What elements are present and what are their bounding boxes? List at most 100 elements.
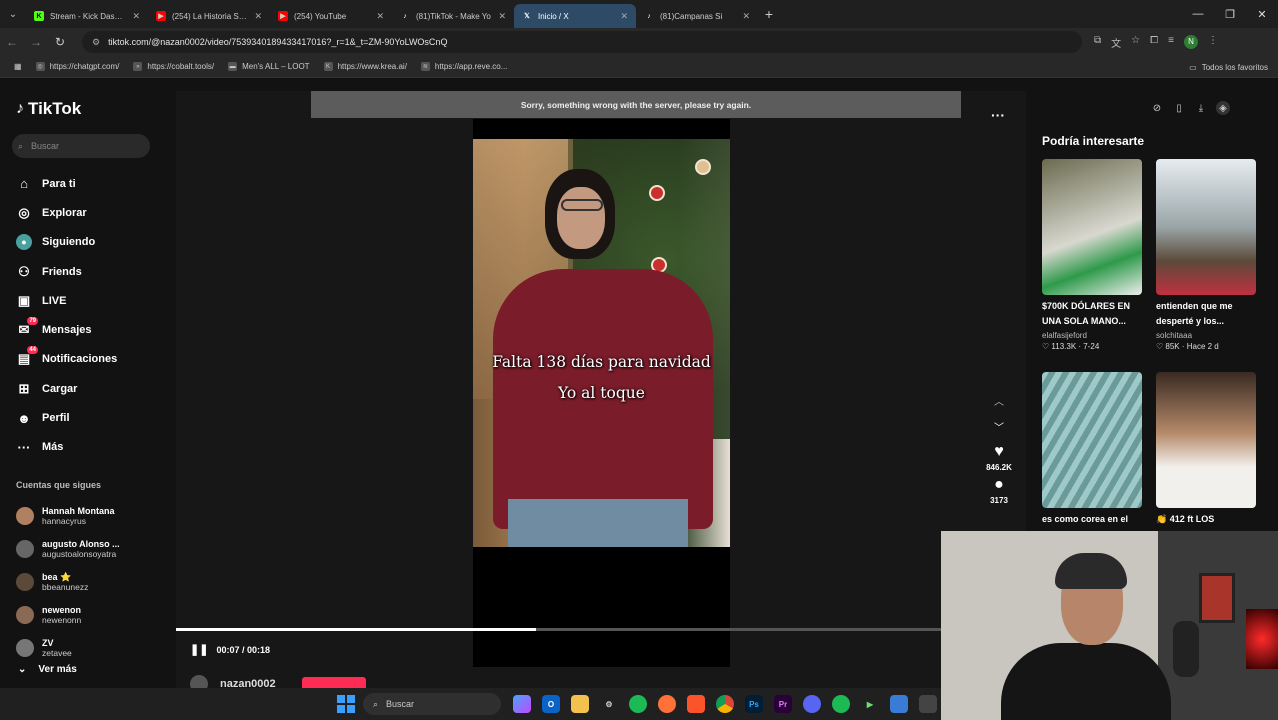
- avatar: [16, 638, 34, 657]
- windows-start-icon[interactable]: [337, 695, 355, 713]
- install-icon[interactable]: ⧉: [1094, 35, 1101, 50]
- bookmark-label: https://chatgpt.com/: [49, 62, 120, 71]
- browser-tab-4[interactable]: 𝕏 Inicio / X ✕: [514, 4, 636, 28]
- minimize-icon[interactable]: —: [1182, 0, 1214, 28]
- copilot-icon[interactable]: [513, 695, 531, 713]
- search-input[interactable]: ⌕ Buscar: [12, 134, 150, 158]
- tiktok-logo-icon: ♪: [16, 100, 24, 117]
- settings-icon[interactable]: ⚙: [600, 695, 618, 713]
- spotify-icon[interactable]: [629, 695, 647, 713]
- file-explorer-icon[interactable]: [571, 695, 589, 713]
- bookmark-1[interactable]: » https://cobalt.tools/: [133, 62, 214, 71]
- video-frame[interactable]: Falta 138 días para navidad Yo al toque: [473, 139, 730, 547]
- nav-item-live[interactable]: ▣ LIVE: [16, 286, 117, 315]
- app-icon[interactable]: [919, 695, 937, 713]
- comment-icon[interactable]: ●: [994, 476, 1004, 494]
- nav-item-mas[interactable]: ··· Más: [16, 433, 117, 462]
- app-icon[interactable]: [890, 695, 908, 713]
- taskbar-apps: O ⚙ Ps Pr ▶: [513, 695, 937, 713]
- recommendation-card[interactable]: es como corea en el: [1042, 372, 1142, 527]
- profile-avatar[interactable]: N: [1183, 34, 1198, 49]
- sidebar-icon[interactable]: ≡: [1168, 35, 1174, 50]
- browser-tab-5[interactable]: ♪ (81)Campanas Si ✕: [636, 4, 758, 28]
- nav-item-friends[interactable]: ⚇ Friends: [16, 257, 117, 286]
- tiktok-icon: ♪: [647, 12, 651, 20]
- apps-icon[interactable]: ▦: [14, 62, 22, 71]
- nav-item-cargar[interactable]: ⊞ Cargar: [16, 374, 117, 403]
- restore-icon[interactable]: ❐: [1214, 0, 1246, 28]
- close-icon[interactable]: ✕: [254, 11, 262, 22]
- play-icon[interactable]: ▶: [861, 695, 879, 713]
- following-item[interactable]: newenon newenonn: [16, 598, 120, 631]
- bookmark-star-icon[interactable]: ☆: [1131, 35, 1140, 50]
- previous-video-icon[interactable]: ︿: [994, 387, 1004, 413]
- following-item[interactable]: bea ⭐ bbeanunezz: [16, 565, 120, 598]
- pause-icon[interactable]: ❚❚: [190, 643, 208, 656]
- bookmark-2[interactable]: ▬ Men's ALL – LOOT: [228, 62, 310, 71]
- bookmark-4[interactable]: ≋ https://app.reve.co...: [420, 62, 507, 71]
- nav-item-perfil[interactable]: ☻ Perfil: [16, 403, 117, 432]
- discord-icon[interactable]: [803, 695, 821, 713]
- url-field[interactable]: ⚙ tiktok.com/@nazan0002/video/7539340189…: [82, 31, 1082, 53]
- extensions-icon[interactable]: ⧠: [1150, 35, 1158, 50]
- following-item[interactable]: ZV zetavee: [16, 631, 120, 664]
- translate-icon[interactable]: 文: [1111, 35, 1121, 50]
- kick-icon: K: [34, 11, 44, 21]
- next-video-icon[interactable]: ﹀: [994, 413, 1004, 439]
- heart-icon[interactable]: ♥: [994, 443, 1004, 461]
- video-thumbnail: [1156, 372, 1256, 508]
- firefox-icon[interactable]: [658, 695, 676, 713]
- browser-tab-0[interactable]: K Stream - Kick Dashbo ✕: [26, 4, 148, 28]
- following-item[interactable]: augusto Alonso ... augustoalonsoyatra: [16, 532, 120, 565]
- video-container[interactable]: Falta 138 días para navidad Yo al toque: [473, 119, 730, 667]
- taskbar-search-placeholder: Buscar: [386, 699, 415, 709]
- close-icon[interactable]: ✕: [742, 11, 750, 22]
- browser-tab-1[interactable]: ▶ (254) La Historia SEC ✕: [148, 4, 270, 28]
- close-icon[interactable]: ✕: [498, 11, 506, 22]
- nav-item-notificaciones[interactable]: ▤ 44 Notificaciones: [16, 345, 117, 374]
- nav-item-explorar[interactable]: ◎ Explorar: [16, 198, 117, 227]
- block-icon[interactable]: ⊘: [1150, 101, 1164, 115]
- device-icon[interactable]: ▯: [1172, 101, 1186, 115]
- recommendation-card[interactable]: entienden que me desperté y los... solchi…: [1156, 159, 1256, 351]
- chrome-icon[interactable]: [716, 695, 734, 713]
- following-title: Cuentas que sigues: [16, 480, 102, 490]
- nav-item-mensajes[interactable]: ✉ 79 Mensajes: [16, 315, 117, 344]
- site-info-icon[interactable]: ⚙: [92, 37, 100, 48]
- nav-item-para-ti[interactable]: ⌂ Para ti: [16, 169, 117, 198]
- card-title: es como corea en el: [1042, 512, 1142, 527]
- recommendation-card[interactable]: $700K DÓLARES EN UNA SOLA MANO... elalfas…: [1042, 159, 1142, 351]
- tiktok-logo[interactable]: ♪ TikTok: [16, 99, 81, 119]
- close-icon[interactable]: ✕: [620, 11, 628, 22]
- browser-tab-2[interactable]: ▶ (254) YouTube ✕: [270, 4, 392, 28]
- tab-search-icon[interactable]: ⌄: [0, 0, 26, 28]
- browser-tab-3[interactable]: ♪ (81)TikTok - Make Yo ✕: [392, 4, 514, 28]
- brave-icon[interactable]: [687, 695, 705, 713]
- photoshop-icon[interactable]: Ps: [745, 695, 763, 713]
- all-bookmarks[interactable]: ▭ Todos los favoritos: [1189, 56, 1268, 78]
- tab-title: (81)Campanas Si: [660, 11, 723, 21]
- more-options-icon[interactable]: ···: [991, 107, 1005, 123]
- see-more-button[interactable]: ⌄ Ver más: [18, 664, 77, 675]
- taskbar-search[interactable]: ⌕ Buscar: [363, 693, 501, 715]
- video-progress-bar[interactable]: [176, 628, 941, 631]
- recommendation-card[interactable]: 👏 412 ft LOS: [1156, 372, 1256, 527]
- back-icon[interactable]: ←: [0, 35, 24, 49]
- outlook-icon[interactable]: O: [542, 695, 560, 713]
- nav-item-siguiendo[interactable]: ● Siguiendo: [16, 228, 117, 257]
- new-tab-button[interactable]: +: [758, 6, 780, 22]
- premiere-icon[interactable]: Pr: [774, 695, 792, 713]
- menu-icon[interactable]: ⋮: [1208, 35, 1218, 50]
- compass-icon[interactable]: ◈: [1216, 101, 1230, 115]
- bookmark-3[interactable]: Khttps://www.krea.ai/: [323, 62, 407, 71]
- bookmark-0[interactable]: ◎ https://chatgpt.com/: [35, 62, 120, 71]
- reload-icon[interactable]: ↻: [48, 35, 72, 49]
- forward-icon[interactable]: →: [24, 35, 48, 49]
- download-icon[interactable]: ⤓: [1194, 101, 1208, 115]
- spotify-icon[interactable]: [832, 695, 850, 713]
- close-window-icon[interactable]: ✕: [1246, 0, 1278, 28]
- close-icon[interactable]: ✕: [376, 11, 384, 22]
- taskbar: ⌕ Buscar O ⚙ Ps Pr ▶: [0, 688, 941, 720]
- close-icon[interactable]: ✕: [132, 11, 140, 22]
- following-item[interactable]: Hannah Montana hannacyrus: [16, 499, 120, 532]
